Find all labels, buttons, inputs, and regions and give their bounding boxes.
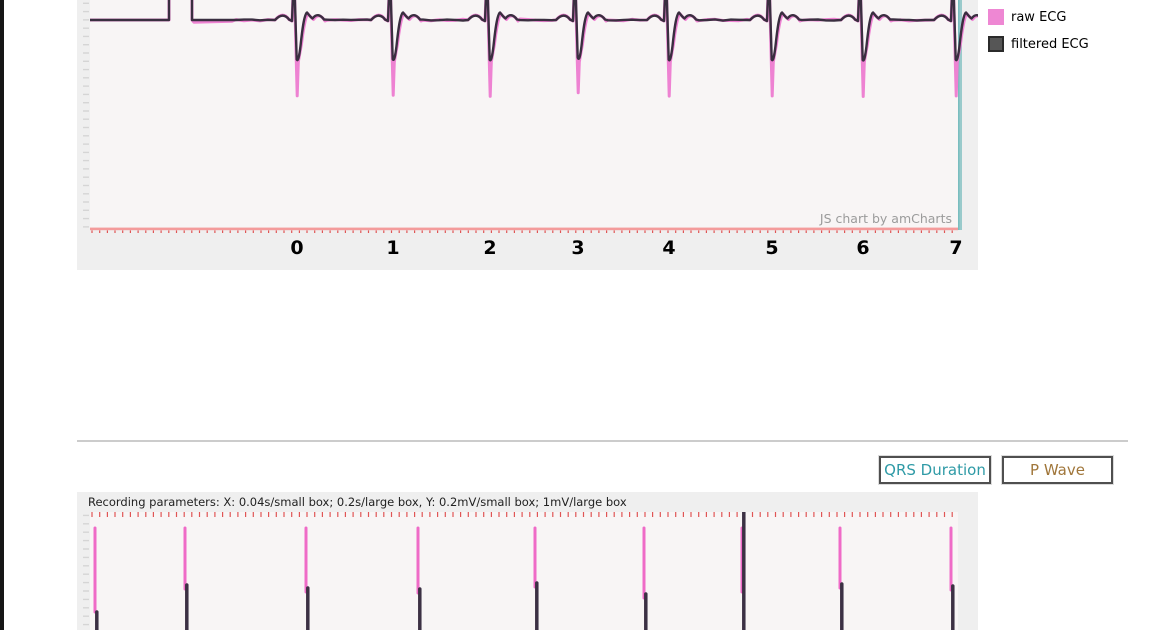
x-axis-label: 3 <box>571 237 584 259</box>
x-axis-label: 4 <box>662 237 675 259</box>
legend-label-raw-ecg: raw ECG <box>1011 10 1066 25</box>
amcharts-watermark[interactable]: JS chart by amCharts <box>820 211 952 226</box>
x-axis-label: 6 <box>856 237 869 259</box>
x-axis-label: 5 <box>765 237 778 259</box>
ecg-top-chart[interactable]: 0 1 2 3 4 5 6 7 JS chart by amCharts <box>77 0 978 270</box>
ecg-bottom-chart[interactable]: Recording parameters: X: 0.04s/small box… <box>77 492 978 630</box>
page-left-border <box>0 0 4 630</box>
x-axis-label: 2 <box>483 237 496 259</box>
x-axis-label: 0 <box>290 237 303 259</box>
ecg-top-plot[interactable] <box>77 0 978 233</box>
p-wave-button[interactable]: P Wave <box>1002 456 1113 484</box>
legend-item-filtered-ecg[interactable]: filtered ECG <box>988 36 1089 52</box>
legend-label-filtered-ecg: filtered ECG <box>1011 37 1089 52</box>
qrs-duration-button[interactable]: QRS Duration <box>879 456 991 484</box>
x-axis-label: 1 <box>386 237 399 259</box>
legend-item-raw-ecg[interactable]: raw ECG <box>988 9 1089 25</box>
ecg-bottom-plot[interactable] <box>77 512 978 630</box>
filtered-ecg-swatch <box>988 36 1004 52</box>
x-axis-label: 7 <box>949 237 962 259</box>
section-divider <box>77 440 1128 442</box>
recording-parameters: Recording parameters: X: 0.04s/small box… <box>88 495 627 509</box>
chart-legend: raw ECG filtered ECG <box>988 9 1089 63</box>
raw-ecg-swatch <box>988 9 1004 25</box>
